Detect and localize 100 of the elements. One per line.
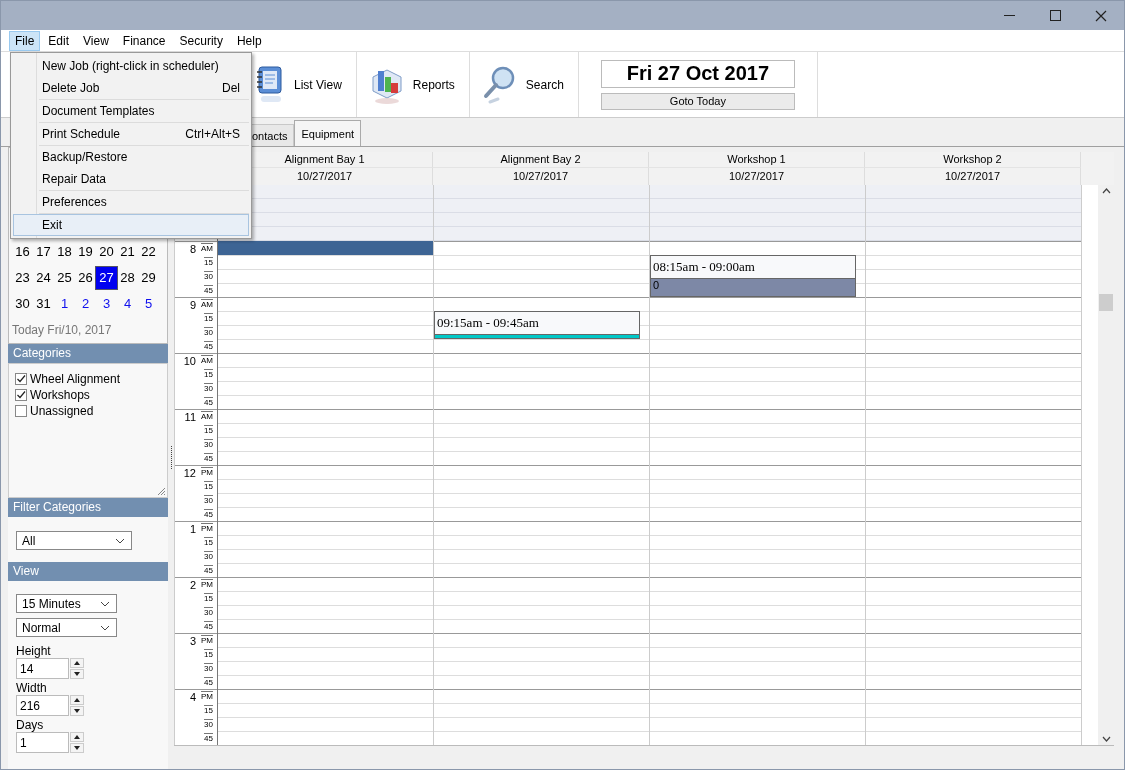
calendar-day[interactable]: 16 [12,241,33,263]
calendar-day[interactable]: 18 [54,241,75,263]
menu-entry[interactable]: Document Templates [39,100,249,122]
menu-item[interactable]: Finance [116,30,172,51]
event-note: 0 [651,278,855,296]
period-label: AM [201,299,213,310]
menu-item[interactable]: File [9,30,41,51]
mode-dropdown[interactable]: Normal [16,618,117,637]
hour-label: 2 [189,578,196,591]
hour-label: 4 [189,690,196,703]
period-label: PM [201,635,213,646]
minute-label: 15 [204,256,213,268]
spin-down-icon[interactable] [70,669,84,679]
today-label[interactable]: Today Fri/10, 2017 [12,323,167,337]
filter-dropdown[interactable]: All [16,531,132,550]
calendar-day[interactable]: 25 [54,267,75,289]
menu-item[interactable]: Edit [42,30,76,51]
number-field[interactable]: 1 [16,732,69,753]
event-card[interactable]: 08:15am - 09:00am 0 [650,255,856,297]
checkbox-label: Wheel Alignment [30,372,121,386]
spin-up-icon[interactable] [70,732,84,742]
scroll-down-icon[interactable] [1101,736,1111,742]
event-time: 08:15am - 09:00am [652,258,756,276]
field-label: Days [16,718,45,732]
field-label: Width [16,681,48,695]
calendar-day[interactable]: 4 [117,293,138,315]
minute-label: 45 [204,396,213,408]
period-label: AM [201,355,213,366]
menu-item[interactable]: Help [230,30,268,51]
calendar-day[interactable]: 20 [96,241,117,263]
minute-label: 30 [204,326,213,338]
menu-entry[interactable]: Print Schedule Ctrl+Alt+S [39,123,249,145]
splitter-grip-icon[interactable] [169,446,173,470]
hour-label: 12 [183,466,196,479]
calendar-day[interactable]: 24 [33,267,54,289]
minute-label: 45 [204,564,213,576]
number-field[interactable]: 216 [16,695,69,716]
close-icon[interactable] [1095,9,1107,22]
period-label: AM [201,243,213,254]
checkbox[interactable] [15,373,27,385]
scrollbar-thumb[interactable] [1099,294,1113,311]
current-date: Fri 27 Oct 2017 [600,59,795,88]
minute-label: 15 [204,368,213,380]
resize-grip-icon[interactable] [157,487,166,496]
shortcut-label: Ctrl+Alt+S [185,127,240,141]
menu-item[interactable]: View [77,30,115,51]
maximize-icon[interactable] [1049,10,1061,21]
calendar-day[interactable]: 5 [138,293,159,315]
calendar-day[interactable]: 31 [33,293,54,315]
hour-label: 11 [184,410,196,423]
section-header: Categories [8,344,168,363]
checkbox-label: Unassigned [30,404,94,418]
minute-label: 45 [204,676,213,688]
period-label: PM [201,691,213,702]
calendar-day[interactable]: 22 [138,241,159,263]
interval-dropdown[interactable]: 15 Minutes [16,594,117,613]
calendar-day[interactable]: 19 [75,241,96,263]
chevron-down-icon [100,600,110,607]
minimize-icon[interactable] [1003,15,1015,16]
scroll-up-icon[interactable] [1101,188,1111,194]
section-header: Filter Categories [8,498,168,517]
minute-label: 30 [204,718,213,730]
calendar-day[interactable]: 2 [75,293,96,315]
calendar-day[interactable]: 29 [138,267,159,289]
checkbox[interactable] [15,389,27,401]
minute-label: 30 [204,494,213,506]
calendar-day[interactable]: 28 [117,267,138,289]
minute-label: 45 [204,452,213,464]
menu-entry[interactable]: Preferences [39,191,249,213]
period-label: AM [201,411,213,422]
calendar-day[interactable]: 23 [12,267,33,289]
calendar-day[interactable]: 30 [12,293,33,315]
column-header: Workshop 1 [649,152,865,167]
number-field[interactable]: 14 [16,658,69,679]
hour-label: 3 [189,634,196,647]
spin-down-icon[interactable] [70,743,84,753]
hour-label: 1 [189,522,196,535]
checkbox[interactable] [15,405,27,417]
minute-label: 15 [204,648,213,660]
menu-entry[interactable]: Exit [13,214,249,236]
minute-label: 15 [204,312,213,324]
calendar-day[interactable]: 21 [117,241,138,263]
calendar-day[interactable]: 1 [54,293,75,315]
hour-label: 8 [189,242,196,255]
calendar-day[interactable]: 27 [96,267,117,289]
calendar-day[interactable]: 17 [33,241,54,263]
minute-label: 45 [204,732,213,744]
minute-label: 45 [204,340,213,352]
calendar-day[interactable]: 26 [75,267,96,289]
spin-up-icon[interactable] [70,658,84,668]
menu-item[interactable]: Security [173,30,229,51]
event-card[interactable]: 09:15am - 09:45am [434,311,640,339]
minute-label: 30 [204,382,213,394]
minute-label: 30 [204,438,213,450]
section-header: View [8,562,168,581]
spin-down-icon[interactable] [70,706,84,716]
goto-today-button[interactable]: Goto Today [600,92,795,110]
calendar-day[interactable]: 3 [96,293,117,315]
tab[interactable]: Equipment [294,120,362,146]
spin-up-icon[interactable] [70,695,84,705]
